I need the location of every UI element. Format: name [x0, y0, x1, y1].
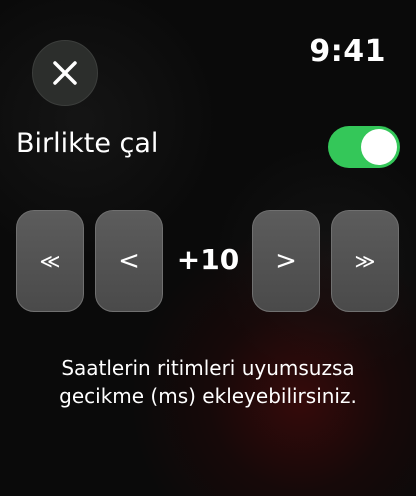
status-time: 9:41	[309, 34, 386, 69]
decrease-large-button[interactable]: ≪	[16, 210, 84, 312]
chevron-right-icon: >	[275, 246, 297, 276]
increase-large-button[interactable]: ≫	[331, 210, 399, 312]
decrease-button[interactable]: <	[95, 210, 163, 312]
toggle-knob	[361, 129, 397, 165]
double-chevron-right-icon: ≫	[354, 249, 376, 273]
help-text-line: Saatlerin ritimleri uyumsuzsa	[61, 356, 355, 380]
sync-toggle[interactable]	[328, 126, 400, 168]
close-button[interactable]	[32, 40, 98, 106]
close-icon	[51, 59, 79, 87]
help-text-line: gecikme (ms) ekleyebilirsiniz.	[59, 384, 357, 408]
increase-button[interactable]: >	[252, 210, 320, 312]
offset-value: +10	[176, 243, 240, 276]
chevron-left-icon: <	[118, 246, 140, 276]
sync-toggle-label: Birlikte çal	[16, 128, 159, 159]
double-chevron-left-icon: ≪	[39, 249, 61, 273]
help-text: Saatlerin ritimleri uyumsuzsa gecikme (m…	[16, 354, 400, 410]
